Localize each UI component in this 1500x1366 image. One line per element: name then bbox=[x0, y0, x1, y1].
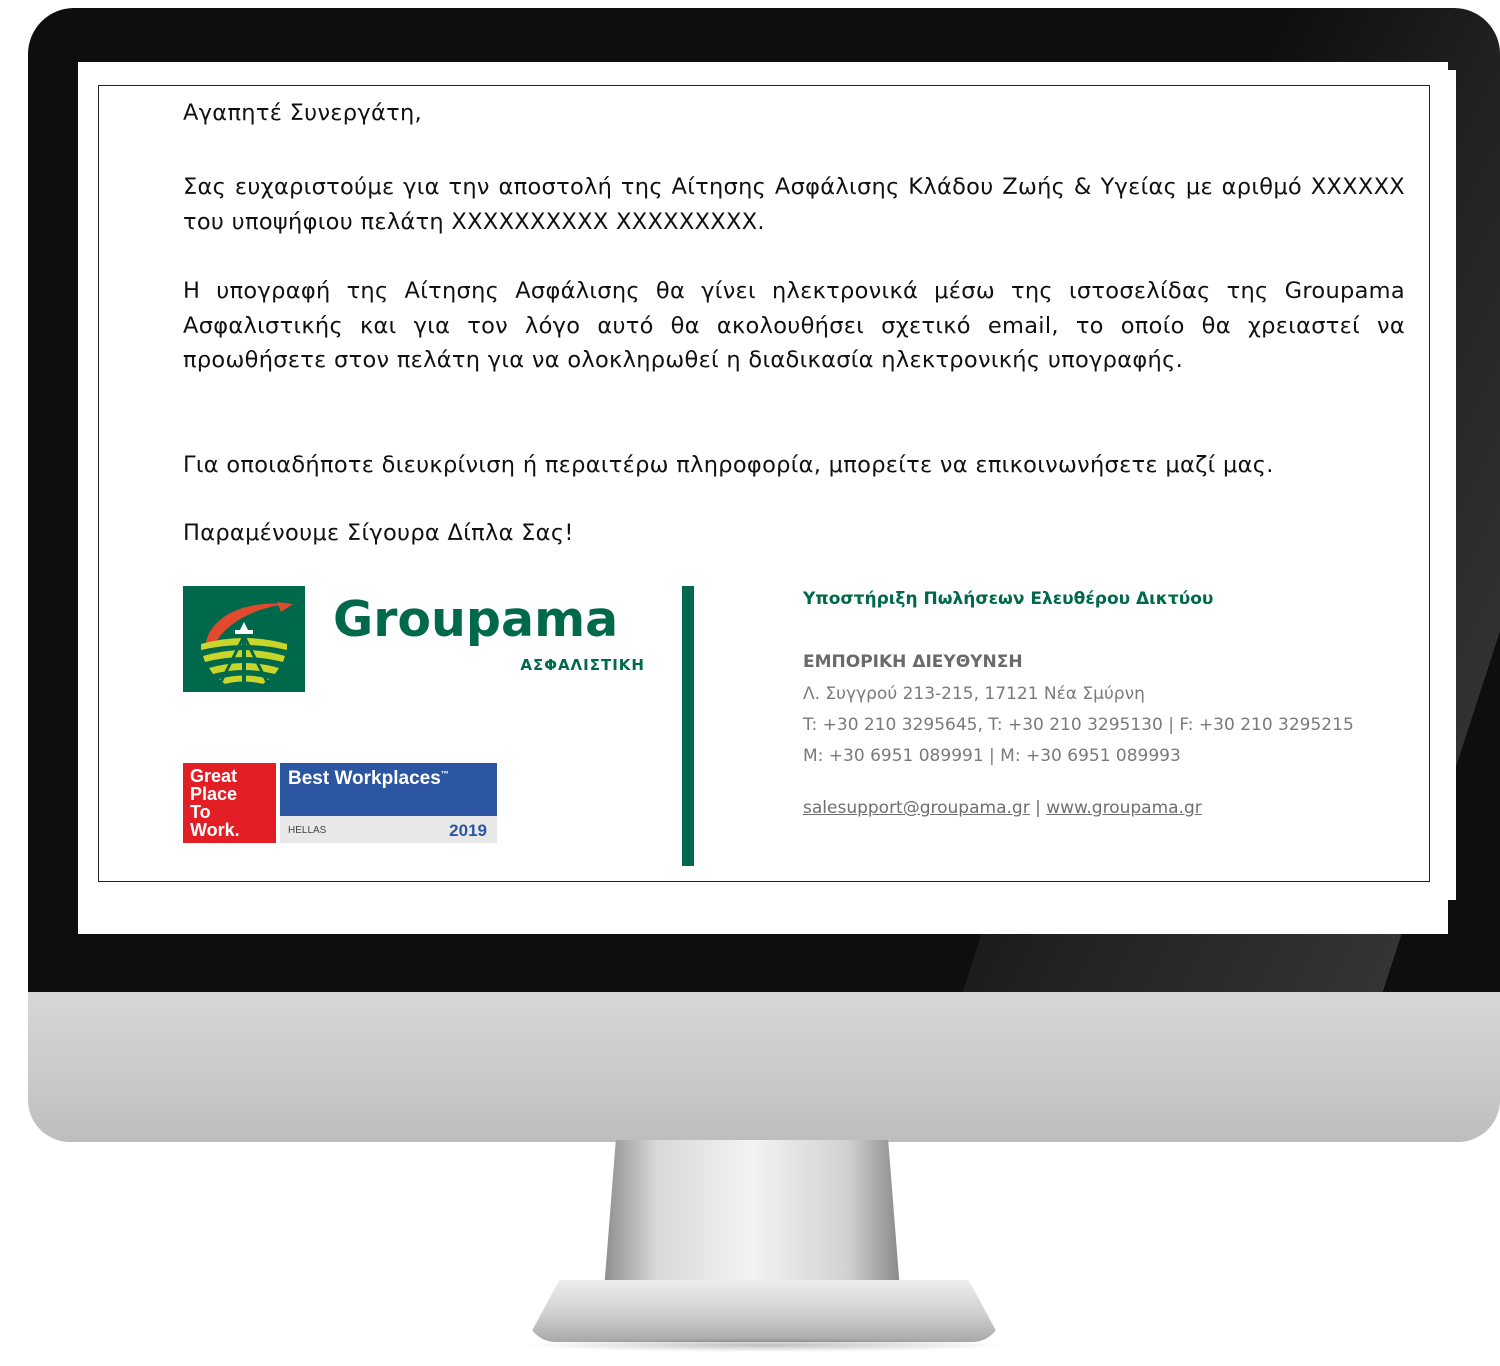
trademark-mark: ™ bbox=[440, 769, 449, 779]
monitor-stand-neck bbox=[604, 1140, 900, 1290]
email-paragraph-contact: Για οποιαδήποτε διευκρίνιση ή περαιτέρω … bbox=[183, 452, 1274, 478]
best-workplaces-label: Best Workplaces bbox=[288, 768, 441, 789]
signature-mobiles: M: +30 6951 089991 | M: +30 6951 089993 bbox=[803, 746, 1181, 766]
signature-department: Υποστήριξη Πωλήσεων Ελευθέρου Δικτύου bbox=[803, 589, 1214, 609]
groupama-wordmark: Groupama bbox=[333, 591, 619, 648]
great-place-to-work-badge: Great Place To Work. bbox=[183, 763, 276, 843]
monitor-chin bbox=[28, 992, 1500, 1142]
groupama-logo-icon bbox=[183, 586, 305, 692]
email-paragraph-thanks: Σας ευχαριστούμε για την αποστολή της Αί… bbox=[183, 174, 1405, 235]
gptw-line: Great bbox=[190, 766, 238, 786]
link-separator: | bbox=[1029, 798, 1047, 818]
signature-address: Λ. Συγγρού 213-215, 17121 Νέα Σμύρνη bbox=[803, 684, 1145, 704]
email-salutation: Αγαπητέ Συνεργάτη, bbox=[183, 100, 422, 126]
signature-company: ΕΜΠΟΡΙΚΗ ΔΙΕΥΘΥΝΣΗ bbox=[803, 652, 1023, 672]
monitor-stand-shadow bbox=[520, 1338, 1010, 1352]
signature-divider bbox=[682, 586, 694, 866]
gptw-line: Place bbox=[190, 784, 238, 804]
email-link[interactable]: salesupport@groupama.gr bbox=[803, 798, 1030, 818]
signature-links: salesupport@groupama.gr | www.groupama.g… bbox=[803, 798, 1202, 818]
groupama-subtitle: ΑΣΦΑΛΙΣΤΙΚΗ bbox=[520, 656, 645, 674]
best-workplaces-badge: Best Workplaces™ HELLAS 2019 bbox=[280, 763, 497, 843]
screen-edge bbox=[1446, 70, 1456, 900]
best-workplaces-title: Best Workplaces™ bbox=[280, 763, 497, 816]
gptw-line: To bbox=[190, 802, 211, 822]
gptw-line: Work. bbox=[190, 820, 240, 840]
website-link[interactable]: www.groupama.gr bbox=[1046, 798, 1202, 818]
signature-phones: T: +30 210 3295645, T: +30 210 3295130 |… bbox=[803, 715, 1354, 735]
email-closing: Παραμένουμε Σίγουρα Δίπλα Σας! bbox=[183, 520, 574, 546]
best-workplaces-year: 2019 bbox=[449, 821, 487, 840]
monitor-stand-base bbox=[526, 1280, 1002, 1342]
best-workplaces-country: HELLAS bbox=[288, 825, 327, 836]
email-paragraph-signature-info: Η υπογραφή της Αίτησης Ασφάλισης θα γίνε… bbox=[183, 278, 1405, 373]
